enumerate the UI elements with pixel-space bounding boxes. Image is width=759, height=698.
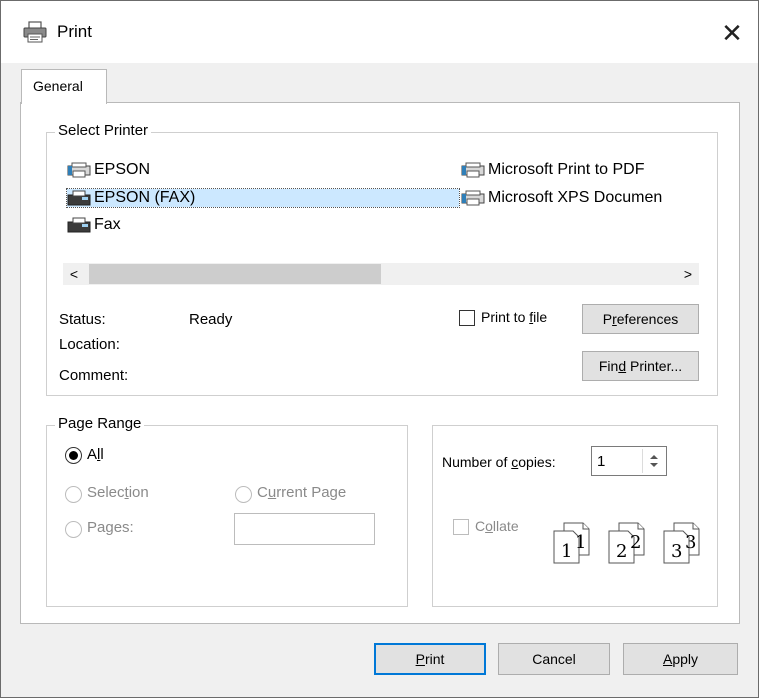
selection-radio[interactable] [65,486,82,503]
chevron-left-icon: < [69,266,79,282]
printer-name: Microsoft Print to PDF [488,161,645,178]
selection-label: Selection [87,484,149,501]
printer-item-epson-fax[interactable]: EPSON (FAX) [66,188,460,208]
printer-list-scrollbar[interactable]: < > [63,263,699,285]
page-number: 1 [561,541,573,562]
page-number: 3 [685,532,697,553]
pages-input[interactable] [234,513,375,545]
print-to-file-label[interactable]: Print to file [481,309,547,325]
number-of-copies-label: Number of copies: [442,454,556,470]
printer-name: Microsoft XPS Documen [488,189,663,206]
page-number: 2 [616,541,628,562]
spinner-buttons[interactable] [642,449,665,473]
status-label: Status: [59,311,106,328]
tab-general[interactable]: General [21,69,107,104]
close-button[interactable]: ✕ [714,15,750,51]
collate-illustration: 1 1 2 2 3 3 [551,515,721,565]
tab-general-label: General [33,78,83,94]
scrollbar-thumb[interactable] [89,264,381,284]
print-to-file-checkbox[interactable] [459,310,475,326]
page-number: 2 [630,532,642,553]
current-page-label: Current Page [257,484,347,501]
printer-icon [67,162,91,178]
status-value: Ready [189,311,233,328]
all-radio[interactable] [65,447,82,464]
copies-value: 1 [597,453,606,470]
all-label: All [87,446,104,463]
pages-label: Pages: [87,519,134,536]
apply-button[interactable]: Apply [623,643,738,675]
window-title: Print [57,22,92,41]
fax-icon [67,190,91,206]
find-printer-button[interactable]: Find Printer... [582,351,699,381]
printer-icon [23,21,47,47]
printer-icon [461,162,485,178]
copies-spinner[interactable]: 1 [591,446,667,476]
printer-name: EPSON (FAX) [94,189,196,206]
preferences-button[interactable]: Preferences [582,304,699,334]
scroll-right-arrow[interactable]: > [677,263,699,285]
printer-item-epson[interactable]: EPSON [67,161,150,179]
printer-name: Fax [94,216,121,233]
page-number: 3 [671,541,683,562]
close-icon: ✕ [721,18,743,48]
printer-icon [461,190,485,206]
general-panel: Select Printer EPSON EPSON (FAX) Fax Mic… [20,102,740,624]
scroll-left-arrow[interactable]: < [63,263,85,285]
chevron-right-icon: > [683,266,693,282]
pages-radio[interactable] [65,521,82,538]
page-number: 1 [575,532,587,553]
print-dialog: Print ✕ General Select Printer EPSON EPS… [0,0,759,698]
collate-label: Collate [475,518,519,534]
print-button[interactable]: Print [374,643,486,675]
printer-item-ms-xps[interactable]: Microsoft XPS Documen [461,189,709,207]
printer-item-ms-print-to-pdf[interactable]: Microsoft Print to PDF [461,161,644,179]
current-page-radio[interactable] [235,486,252,503]
title-bar: Print ✕ [1,1,758,63]
page-range-label: Page Range [55,415,145,432]
printer-name: EPSON [94,161,151,178]
spinner-arrows-icon [650,455,658,467]
cancel-button[interactable]: Cancel [498,643,610,675]
fax-icon [67,217,91,233]
printer-item-fax[interactable]: Fax [67,216,121,234]
location-label: Location: [59,336,120,353]
comment-label: Comment: [59,367,129,384]
collate-checkbox[interactable] [453,519,469,535]
select-printer-label: Select Printer [55,122,152,139]
